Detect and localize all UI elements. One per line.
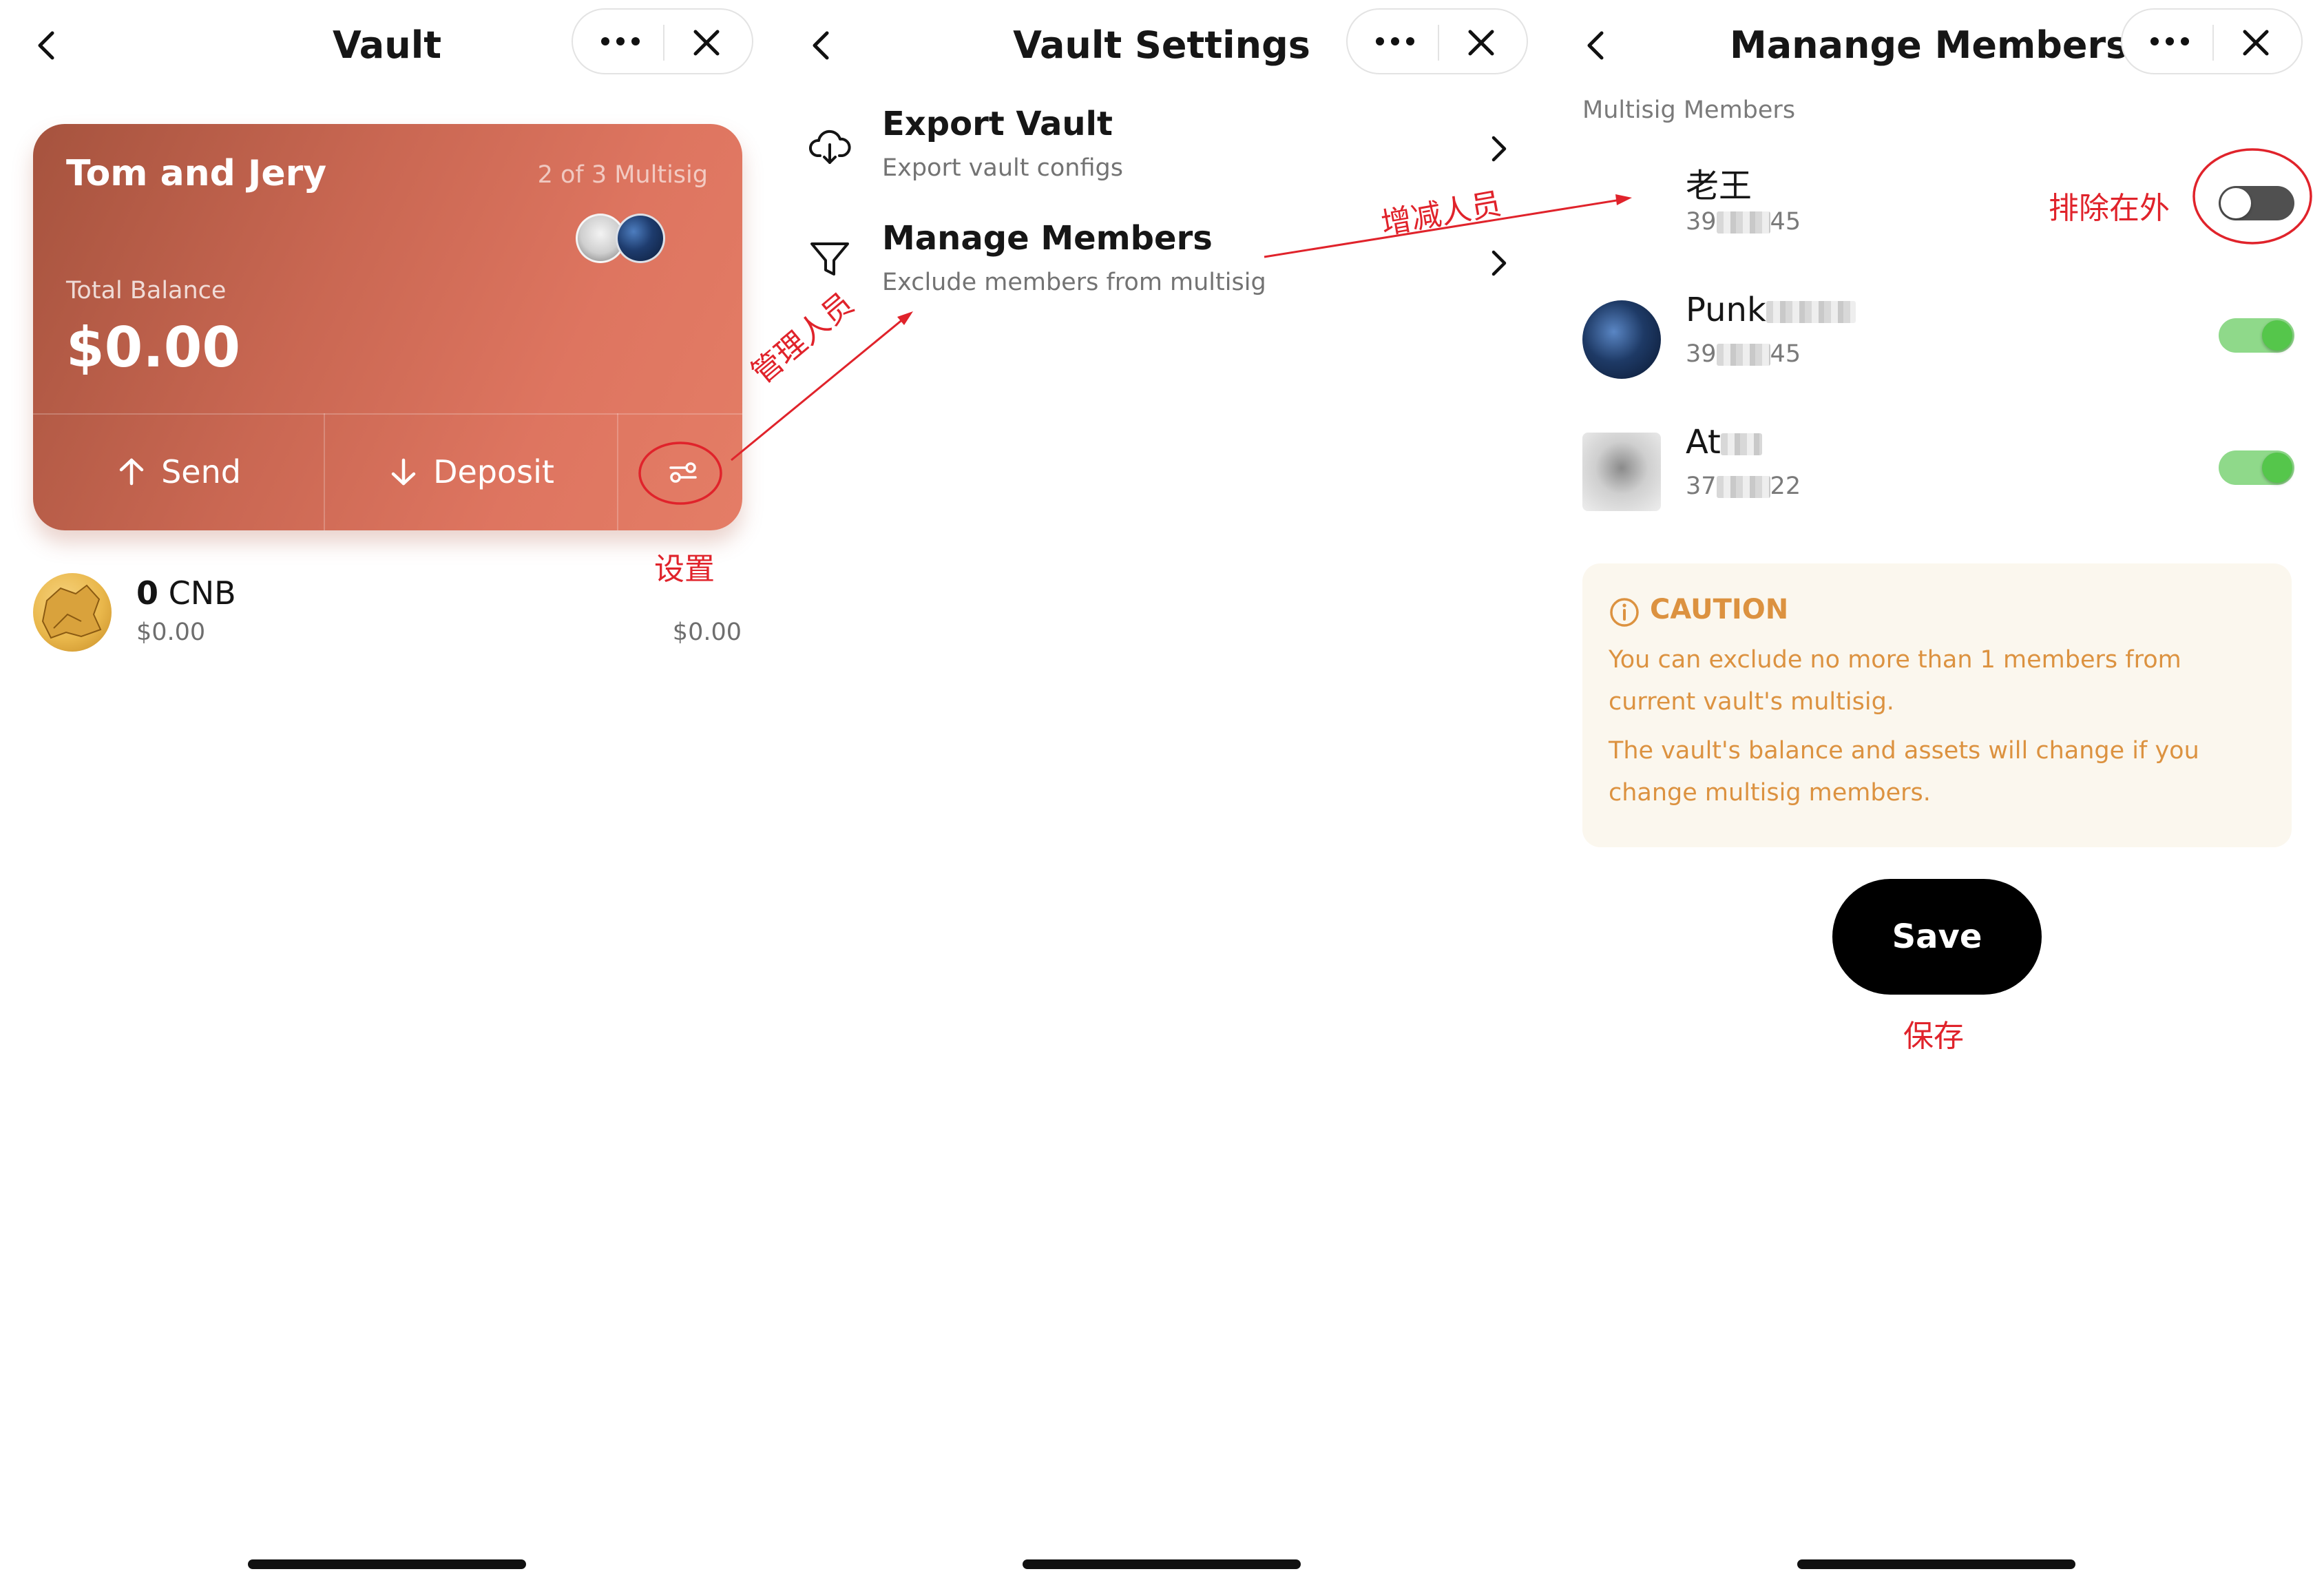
- caution-title: CAUTION: [1650, 594, 1789, 625]
- member-row: 老王 39 45: [1549, 152, 2324, 269]
- back-icon[interactable]: [806, 29, 834, 62]
- member-row: At 37 22: [1549, 416, 2324, 533]
- arrow-up-icon: [119, 458, 144, 486]
- token-amount: 0 CNB: [136, 574, 236, 612]
- vault-card[interactable]: Tom and Jery 2 of 3 Multisig Total Balan…: [33, 124, 742, 530]
- vault-settings-screen: Vault Settings Export Vault Export vault…: [775, 0, 1549, 1587]
- multisig-label: 2 of 3 Multisig: [537, 161, 708, 189]
- chevron-right-icon: [1491, 250, 1507, 276]
- close-icon[interactable]: [1462, 23, 1500, 62]
- avatar: [1582, 300, 1661, 379]
- page-title: Manange Members: [1730, 23, 2128, 67]
- menu-item-title: Export Vault: [882, 105, 1113, 143]
- toggle-knob: [2262, 453, 2292, 483]
- page-title: Vault: [332, 23, 442, 67]
- page-title: Vault Settings: [1013, 23, 1310, 67]
- home-indicator: [248, 1559, 526, 1569]
- cnb-token-icon: [33, 573, 112, 652]
- redacted-block: [1716, 344, 1770, 366]
- capsule-divider: [1438, 25, 1439, 61]
- arrow-down-icon: [391, 458, 416, 486]
- caution-text: You can exclude no more than 1 members f…: [1609, 646, 2181, 716]
- member-row: Punk 39 45: [1549, 284, 2324, 401]
- send-button[interactable]: Send: [33, 413, 324, 530]
- redacted-block: [1716, 211, 1770, 234]
- chevron-right-icon: [1491, 136, 1507, 162]
- close-icon[interactable]: [687, 23, 726, 62]
- member-id: 39 45: [1686, 208, 1801, 236]
- vault-name: Tom and Jery: [66, 153, 327, 194]
- manage-members-screen: Manange Members Multisig Members 老王 39 45…: [1549, 0, 2324, 1587]
- vault-screen: Vault Tom and Jery 2 of 3 Multisig Total…: [0, 0, 775, 1587]
- deposit-label: Deposit: [433, 453, 554, 490]
- member-id: 39 45: [1686, 340, 1801, 368]
- mini-program-capsule: [572, 8, 753, 74]
- avatar: [616, 214, 665, 263]
- toggle-knob: [2221, 188, 2251, 218]
- capsule-divider: [663, 25, 664, 61]
- redacted-block: [1720, 433, 1762, 455]
- more-icon[interactable]: [2146, 26, 2194, 56]
- avatar: [1582, 168, 1661, 247]
- send-label: Send: [161, 453, 241, 490]
- home-indicator: [1023, 1559, 1301, 1569]
- member-toggle[interactable]: [2219, 450, 2294, 485]
- member-name: At: [1686, 423, 1762, 461]
- member-toggle[interactable]: [2219, 318, 2294, 353]
- member-name: 老王: [1686, 167, 1752, 205]
- settings-sliders-icon[interactable]: [667, 456, 700, 489]
- menu-item-subtitle: Export vault configs: [882, 154, 1123, 182]
- mini-program-capsule: [1346, 8, 1528, 74]
- token-value: $0.00: [672, 619, 742, 646]
- filter-icon: [810, 242, 849, 276]
- annotation-save: 保存: [1903, 1019, 1964, 1054]
- info-icon: [1610, 598, 1639, 627]
- capsule-divider: [2212, 25, 2214, 61]
- member-avatars: [576, 214, 672, 264]
- toggle-knob: [2262, 320, 2292, 351]
- member-name: Punk: [1686, 291, 1856, 329]
- home-indicator: [1797, 1559, 2075, 1569]
- balance-label: Total Balance: [66, 277, 227, 304]
- annotation-exclude: 排除在外: [2049, 191, 2170, 226]
- caution-box: CAUTION You can exclude no more than 1 m…: [1582, 563, 2292, 847]
- save-button[interactable]: Save: [1832, 879, 2042, 995]
- redacted-block: [1716, 476, 1770, 498]
- member-id: 37 22: [1686, 473, 1801, 500]
- menu-item-subtitle: Exclude members from multisig: [882, 269, 1266, 296]
- annotation-settings: 设置: [654, 552, 715, 587]
- deposit-button[interactable]: Deposit: [325, 413, 617, 530]
- token-fiat-price: $0.00: [136, 619, 206, 646]
- redacted-block: [1766, 301, 1856, 323]
- card-divider: [617, 413, 618, 530]
- back-icon[interactable]: [1581, 29, 1609, 62]
- cloud-download-icon: [808, 129, 851, 164]
- mini-program-capsule: [2121, 8, 2303, 74]
- member-toggle[interactable]: [2219, 186, 2294, 220]
- more-icon[interactable]: [1371, 26, 1419, 56]
- more-icon[interactable]: [596, 26, 645, 56]
- balance-value: $0.00: [66, 315, 241, 380]
- close-icon[interactable]: [2237, 23, 2275, 62]
- section-label: Multisig Members: [1582, 96, 1796, 124]
- avatar: [1582, 433, 1661, 511]
- back-icon[interactable]: [32, 29, 59, 62]
- caution-text: The vault's balance and assets will chan…: [1609, 737, 2199, 807]
- menu-item-title: Manage Members: [882, 219, 1213, 258]
